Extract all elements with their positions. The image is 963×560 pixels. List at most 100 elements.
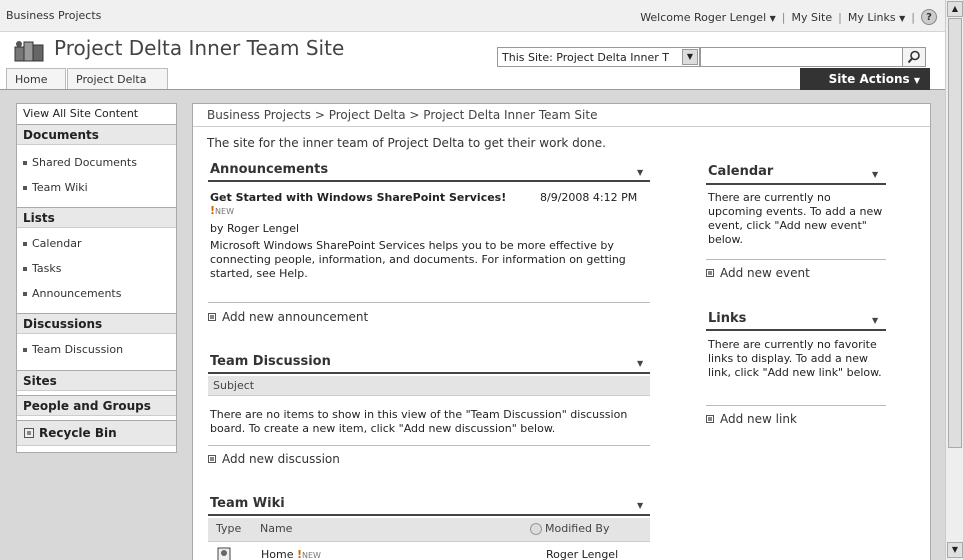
site-title[interactable]: Project Delta Inner Team Site	[54, 36, 344, 60]
separator: |	[838, 10, 842, 24]
search-input[interactable]	[700, 47, 903, 67]
add-icon	[208, 313, 216, 321]
nav-item-shared-documents[interactable]: Shared Documents	[17, 156, 176, 169]
my-links-label: My Links	[847, 10, 896, 24]
nav-heading-people-and-groups[interactable]: People and Groups	[17, 395, 176, 416]
discussion-empty-text: There are no items to show in this view …	[210, 408, 628, 435]
new-badge: NEW	[215, 207, 234, 216]
team-wiki-title[interactable]: Team Wiki	[210, 496, 285, 511]
webpart-title-underline	[706, 183, 886, 185]
tab-project-delta[interactable]: Project Delta	[67, 68, 168, 89]
search-scope-value: This Site: Project Delta Inner T	[502, 51, 669, 64]
nav-item-label: Team Discussion	[32, 343, 124, 356]
divider	[706, 259, 886, 260]
separator: |	[911, 10, 915, 24]
recycle-bin-link[interactable]: Recycle Bin	[17, 420, 176, 446]
search-scope-select[interactable]: This Site: Project Delta Inner T ▼	[497, 47, 700, 67]
bullet-icon	[23, 242, 27, 246]
nav-item-label: Calendar	[32, 237, 82, 250]
calendar-title[interactable]: Calendar	[708, 164, 773, 179]
announcement-author: by Roger Lengel	[210, 222, 300, 235]
wiki-row-name-link[interactable]: Home !NEW	[261, 548, 321, 560]
wiki-row-name: Home	[261, 548, 294, 560]
column-header-subject[interactable]: Subject	[208, 376, 650, 396]
nav-heading-discussions[interactable]: Discussions	[17, 313, 176, 334]
add-icon	[706, 415, 714, 423]
nav-item-calendar[interactable]: Calendar	[17, 237, 176, 250]
nav-item-tasks[interactable]: Tasks	[17, 262, 176, 275]
webpart-menu-icon[interactable]: ▼	[637, 168, 643, 177]
wiki-row-modified-by[interactable]: Roger Lengel	[546, 548, 618, 560]
welcome-menu[interactable]: Welcome Roger Lengel ▼	[640, 11, 776, 24]
divider	[208, 445, 650, 446]
help-icon[interactable]: ?	[921, 9, 937, 25]
vertical-scrollbar[interactable]: ▲ ▼	[945, 0, 963, 560]
add-link-label: Add new discussion	[222, 452, 340, 466]
nav-item-label: Announcements	[32, 287, 122, 300]
site-actions-label: Site Actions	[828, 72, 910, 86]
divider	[208, 302, 650, 303]
column-header-type[interactable]: Type	[216, 522, 241, 535]
add-link-label: Add new announcement	[222, 310, 369, 324]
welcome-label: Welcome Roger Lengel	[640, 10, 767, 24]
webpart-menu-icon[interactable]: ▼	[637, 501, 643, 510]
nav-item-label: Tasks	[32, 262, 62, 275]
scrollbar-thumb[interactable]	[948, 18, 962, 448]
bullet-icon	[23, 267, 27, 271]
quick-launch: View All Site Content Documents Shared D…	[16, 103, 177, 453]
nav-item-announcements[interactable]: Announcements	[17, 287, 176, 300]
recycle-bin-label: Recycle Bin	[39, 426, 117, 440]
bullet-icon	[23, 161, 27, 165]
webpart-menu-icon[interactable]: ▼	[872, 170, 878, 179]
user-menu-area: Welcome Roger Lengel ▼ | My Site | My Li…	[640, 9, 937, 25]
add-link-label: Add new event	[720, 266, 810, 280]
add-icon	[208, 455, 216, 463]
add-new-link-link[interactable]: Add new link	[706, 412, 797, 426]
announcement-date: 8/9/2008 4:12 PM	[540, 191, 638, 204]
nav-item-team-wiki[interactable]: Team Wiki	[17, 181, 176, 194]
bullet-icon	[23, 348, 27, 352]
new-badge: NEW	[302, 551, 321, 560]
top-bar: Business Projects Welcome Roger Lengel ▼…	[0, 0, 945, 32]
column-header-modified-by[interactable]: Modified By	[530, 522, 610, 535]
presence-icon	[530, 522, 542, 535]
nav-item-team-discussion[interactable]: Team Discussion	[17, 343, 176, 356]
global-breadcrumb-link[interactable]: Business Projects	[6, 9, 101, 22]
announcement-title-link[interactable]: Get Started with Windows SharePoint Serv…	[210, 191, 530, 218]
chevron-down-icon: ▼	[913, 76, 920, 85]
site-actions-menu[interactable]: Site Actions ▼	[800, 68, 930, 90]
search-button[interactable]	[902, 47, 926, 67]
links-empty-text: There are currently no favorite links to…	[708, 338, 882, 379]
tab-home[interactable]: Home	[6, 68, 66, 89]
modified-by-label: Modified By	[545, 522, 610, 535]
webpart-title-underline	[208, 372, 650, 374]
add-icon	[706, 269, 714, 277]
scroll-down-arrow-icon[interactable]: ▼	[947, 542, 963, 558]
view-all-site-content-link[interactable]: View All Site Content	[17, 104, 176, 124]
nav-item-label: Team Wiki	[32, 181, 88, 194]
scroll-up-arrow-icon[interactable]: ▲	[947, 1, 963, 17]
site-logo-icon	[14, 41, 44, 62]
webpart-menu-icon[interactable]: ▼	[637, 359, 643, 368]
nav-heading-sites[interactable]: Sites	[17, 370, 176, 391]
webpart-title-underline	[208, 180, 650, 182]
search-icon	[907, 50, 920, 64]
my-links-menu[interactable]: My Links ▼	[848, 11, 905, 24]
nav-item-label: Shared Documents	[32, 156, 137, 169]
chevron-down-icon: ▼	[899, 13, 906, 23]
my-site-link[interactable]: My Site	[792, 11, 833, 24]
announcements-title[interactable]: Announcements	[210, 162, 328, 177]
add-new-discussion-link[interactable]: Add new discussion	[208, 452, 340, 466]
column-header-name[interactable]: Name	[260, 522, 292, 535]
add-new-announcement-link[interactable]: Add new announcement	[208, 310, 368, 324]
add-link-label: Add new link	[720, 412, 797, 426]
announcement-title-text: Get Started with Windows SharePoint Serv…	[210, 191, 507, 204]
breadcrumb[interactable]: Business Projects > Project Delta > Proj…	[207, 108, 597, 122]
site-description: The site for the inner team of Project D…	[207, 136, 606, 150]
team-discussion-title[interactable]: Team Discussion	[210, 354, 331, 369]
nav-heading-documents[interactable]: Documents	[17, 124, 176, 145]
nav-heading-lists[interactable]: Lists	[17, 207, 176, 228]
links-title[interactable]: Links	[708, 311, 746, 326]
add-new-event-link[interactable]: Add new event	[706, 266, 810, 280]
webpart-menu-icon[interactable]: ▼	[872, 316, 878, 325]
